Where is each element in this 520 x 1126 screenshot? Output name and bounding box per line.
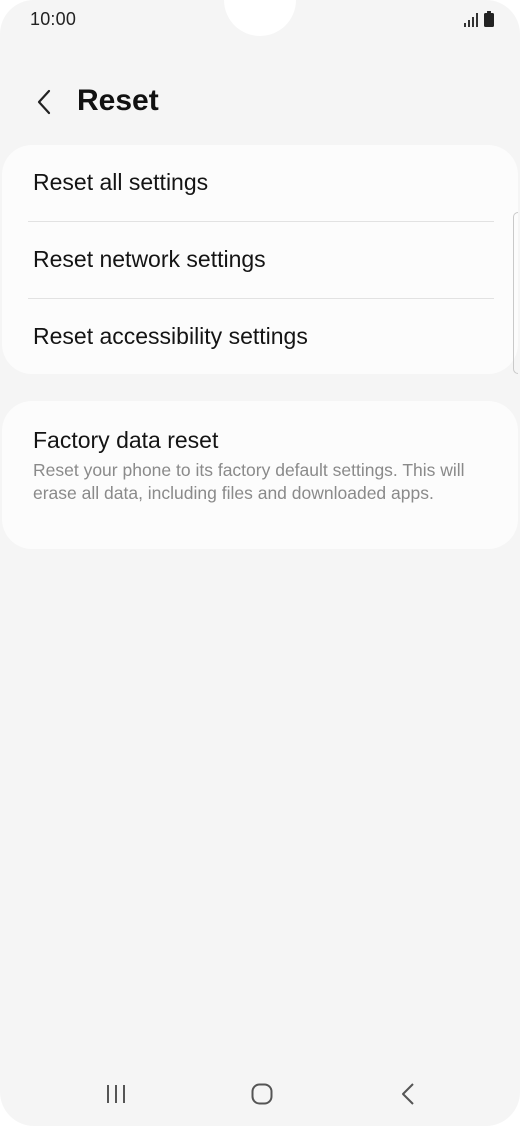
signal-icon [464,13,478,27]
home-button[interactable] [242,1078,282,1110]
reset-all-settings-item[interactable]: Reset all settings [2,145,518,221]
battery-icon [484,11,494,27]
chevron-left-icon [37,89,51,115]
camera-notch [224,0,296,36]
reset-accessibility-settings-item[interactable]: Reset accessibility settings [2,299,518,374]
factory-data-reset-item[interactable]: Factory data reset Reset your phone to i… [2,401,518,549]
reset-all-settings-label: Reset all settings [33,169,209,195]
reset-network-settings-label: Reset network settings [33,246,266,272]
back-button[interactable] [26,84,62,120]
home-icon [251,1083,273,1105]
reset-network-settings-item[interactable]: Reset network settings [2,222,518,298]
back-icon [402,1083,414,1105]
reset-options-card: Reset all settings Reset network setting… [2,145,518,374]
phone-screen: 10:00 Reset Reset all settings Reset net… [0,0,520,1126]
nav-back-button[interactable] [388,1078,428,1110]
page-title: Reset [77,84,159,117]
scroll-indicator [513,212,518,374]
factory-data-reset-description: Reset your phone to its factory default … [33,460,465,503]
recent-apps-button[interactable] [96,1078,136,1110]
factory-data-reset-title: Factory data reset [33,427,219,453]
reset-accessibility-settings-label: Reset accessibility settings [33,323,308,349]
status-bar: 10:00 [0,0,520,40]
navigation-bar [0,1066,520,1122]
app-header: Reset [0,78,520,128]
factory-reset-card: Factory data reset Reset your phone to i… [2,401,518,549]
recent-apps-icon [107,1085,125,1103]
status-icons [464,11,494,27]
status-time: 10:00 [30,9,77,29]
